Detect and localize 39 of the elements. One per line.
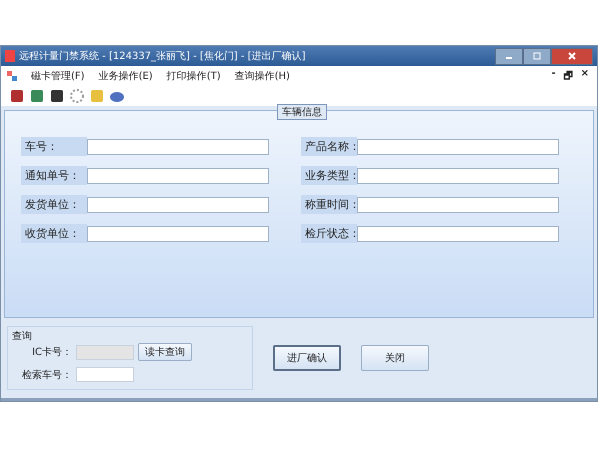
field-label: 检索车号： xyxy=(21,368,72,382)
window-control[interactable]: - xyxy=(551,68,556,84)
input-field[interactable] xyxy=(357,168,559,184)
close-icon xyxy=(568,52,576,60)
input-field[interactable] xyxy=(87,168,269,184)
menu-item[interactable]: 业务操作(E) xyxy=(98,69,153,83)
window-control[interactable]: 🗗 xyxy=(564,68,573,84)
minimize-button[interactable] xyxy=(495,48,523,64)
field-label: 收货单位： xyxy=(21,224,87,243)
input-field[interactable] xyxy=(87,226,269,242)
field-label: 称重时间： xyxy=(301,195,357,214)
menu-item[interactable]: 打印操作(T) xyxy=(166,69,221,83)
field-label: 检斤状态： xyxy=(301,224,357,243)
action-button[interactable]: 关闭 xyxy=(361,345,429,371)
action-button[interactable]: 进厂确认 xyxy=(273,345,341,371)
app-icon xyxy=(5,50,15,62)
close-button[interactable] xyxy=(551,48,593,64)
input-field[interactable] xyxy=(357,196,559,212)
input-field[interactable] xyxy=(357,138,559,154)
input-field[interactable] xyxy=(357,226,559,242)
field-label: 发货单位： xyxy=(21,195,87,214)
field-label: 产品名称： xyxy=(301,137,357,156)
window-control[interactable]: × xyxy=(580,68,589,84)
input-field[interactable] xyxy=(87,196,269,212)
read-card-button[interactable]: 读卡查询 xyxy=(138,343,192,361)
menu-item[interactable]: 磁卡管理(F) xyxy=(31,69,85,83)
maximize-icon xyxy=(533,52,541,60)
panel-title: 车辆信息 xyxy=(277,104,327,120)
input-field[interactable] xyxy=(87,138,269,154)
window-title: 远程计量门禁系统 - [124337_张丽飞] - [焦化门] - [进出厂确认] xyxy=(19,50,306,63)
field-label: 业务类型： xyxy=(301,166,357,185)
app-menu-icon[interactable] xyxy=(7,71,17,81)
menu-item[interactable]: 查询操作(H) xyxy=(234,69,290,83)
field-label: 通知单号： xyxy=(21,166,87,185)
maximize-button[interactable] xyxy=(523,48,551,64)
input-field[interactable] xyxy=(76,367,134,382)
group-title: 查询 xyxy=(12,330,32,343)
field-label: IC卡号： xyxy=(31,346,72,359)
field-label: 车号： xyxy=(21,137,87,156)
